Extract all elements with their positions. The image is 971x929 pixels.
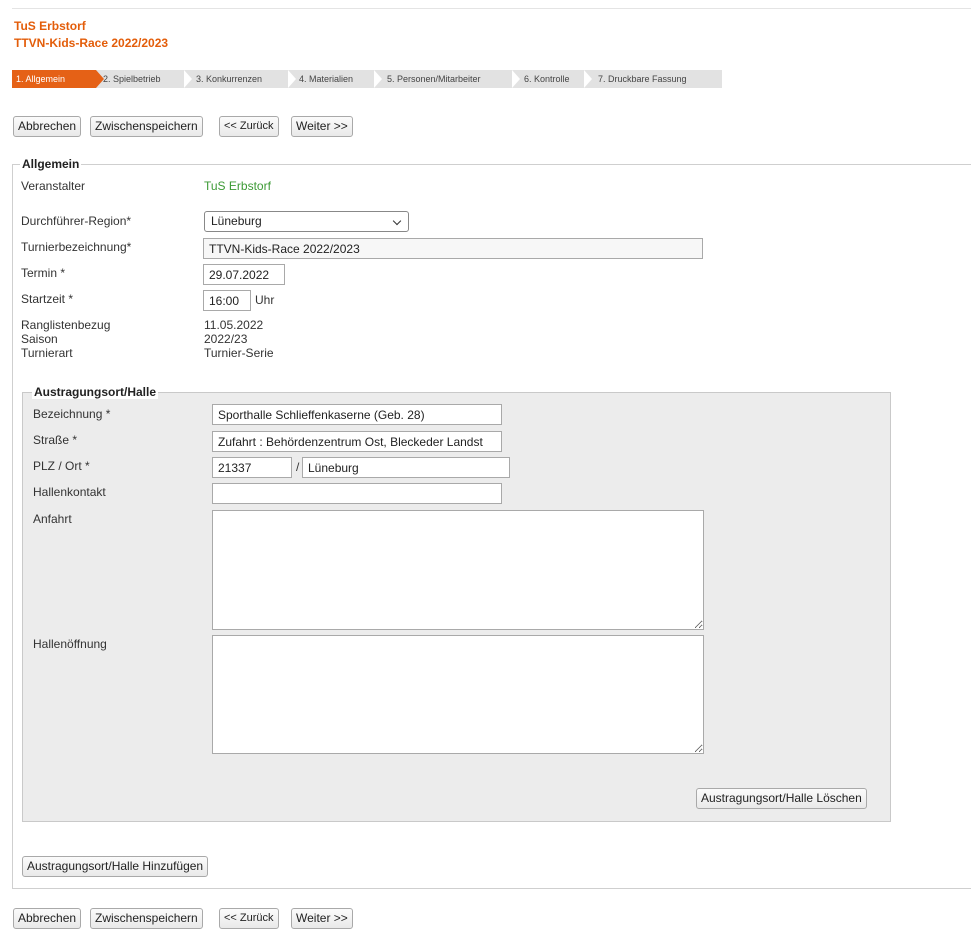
cancel-button[interactable]: Abbrechen — [13, 116, 82, 137]
chevron-down-icon — [392, 216, 402, 226]
zip-city-separator: / — [296, 460, 300, 474]
back-button[interactable]: << Zurück — [219, 116, 279, 137]
step-allgemein[interactable]: 1. Allgemein — [12, 70, 104, 88]
start-time-label: Startzeit * — [21, 292, 74, 306]
date-input[interactable] — [203, 264, 285, 285]
step-separator — [512, 70, 520, 88]
venue-name-label: Bezeichnung * — [33, 407, 111, 421]
delete-venue-button[interactable]: Austragungsort/Halle Löschen — [696, 788, 867, 809]
step-konkurrenzen[interactable]: 3. Konkurrenzen — [196, 70, 262, 88]
venue-legend: Austragungsort/Halle — [32, 385, 159, 399]
event-title: TTVN-Kids-Race 2022/2023 — [14, 36, 169, 50]
opening-textarea[interactable] — [212, 635, 704, 754]
step-separator — [374, 70, 382, 88]
zip-input[interactable] — [212, 457, 292, 478]
directions-label: Anfahrt — [33, 512, 72, 526]
organizer-label: Veranstalter — [21, 179, 86, 193]
step-kontrolle[interactable]: 6. Kontrolle — [524, 70, 570, 88]
region-select[interactable]: Lüneburg — [204, 211, 409, 232]
step-separator — [584, 70, 592, 88]
club-title: TuS Erbstorf — [14, 19, 86, 33]
tournament-type-label: Turnierart — [21, 346, 73, 360]
tournament-type-value: Turnier-Serie — [204, 346, 274, 360]
tournament-name-label: Turnierbezeichnung* — [21, 240, 132, 254]
add-venue-button[interactable]: Austragungsort/Halle Hinzufügen — [22, 856, 209, 877]
zip-city-label: PLZ / Ort * — [33, 459, 90, 473]
next-button[interactable]: Weiter >> — [291, 116, 353, 137]
venue-name-input[interactable] — [212, 404, 502, 425]
save-draft-button-bottom[interactable]: Zwischenspeichern — [90, 908, 203, 929]
step-separator — [288, 70, 296, 88]
ranking-value: 11.05.2022 — [204, 318, 264, 332]
step-druckbare-fassung[interactable]: 7. Druckbare Fassung — [598, 70, 687, 88]
region-label: Durchführer-Region* — [21, 214, 132, 228]
save-draft-button[interactable]: Zwischenspeichern — [90, 116, 203, 137]
season-value: 2022/23 — [204, 332, 248, 346]
step-materialien[interactable]: 4. Materialien — [299, 70, 353, 88]
street-input[interactable] — [212, 431, 502, 452]
tournament-name-input[interactable] — [203, 238, 703, 259]
venue-contact-input[interactable] — [212, 483, 502, 504]
top-divider — [12, 8, 971, 9]
wizard-steps: 1. Allgemein 2. Spielbetrieb 3. Konkurre… — [12, 70, 722, 88]
street-label: Straße * — [33, 433, 78, 447]
general-legend: Allgemein — [20, 157, 82, 171]
cancel-button-bottom[interactable]: Abbrechen — [13, 908, 82, 929]
venue-contact-label: Hallenkontakt — [33, 485, 106, 499]
step-spielbetrieb[interactable]: 2. Spielbetrieb — [103, 70, 161, 88]
step-separator — [184, 70, 192, 88]
season-label: Saison — [21, 332, 58, 346]
start-time-unit: Uhr — [255, 293, 275, 307]
opening-label: Hallenöffnung — [33, 637, 107, 651]
ranking-label: Ranglistenbezug — [21, 318, 111, 332]
organizer-value: TuS Erbstorf — [204, 179, 271, 193]
city-input[interactable] — [302, 457, 510, 478]
region-selected-value: Lüneburg — [211, 214, 262, 228]
start-time-input[interactable] — [203, 290, 251, 311]
date-label: Termin * — [21, 266, 66, 280]
back-button-bottom[interactable]: << Zurück — [219, 908, 279, 929]
next-button-bottom[interactable]: Weiter >> — [291, 908, 353, 929]
directions-textarea[interactable] — [212, 510, 704, 630]
step-personen[interactable]: 5. Personen/Mitarbeiter — [387, 70, 481, 88]
